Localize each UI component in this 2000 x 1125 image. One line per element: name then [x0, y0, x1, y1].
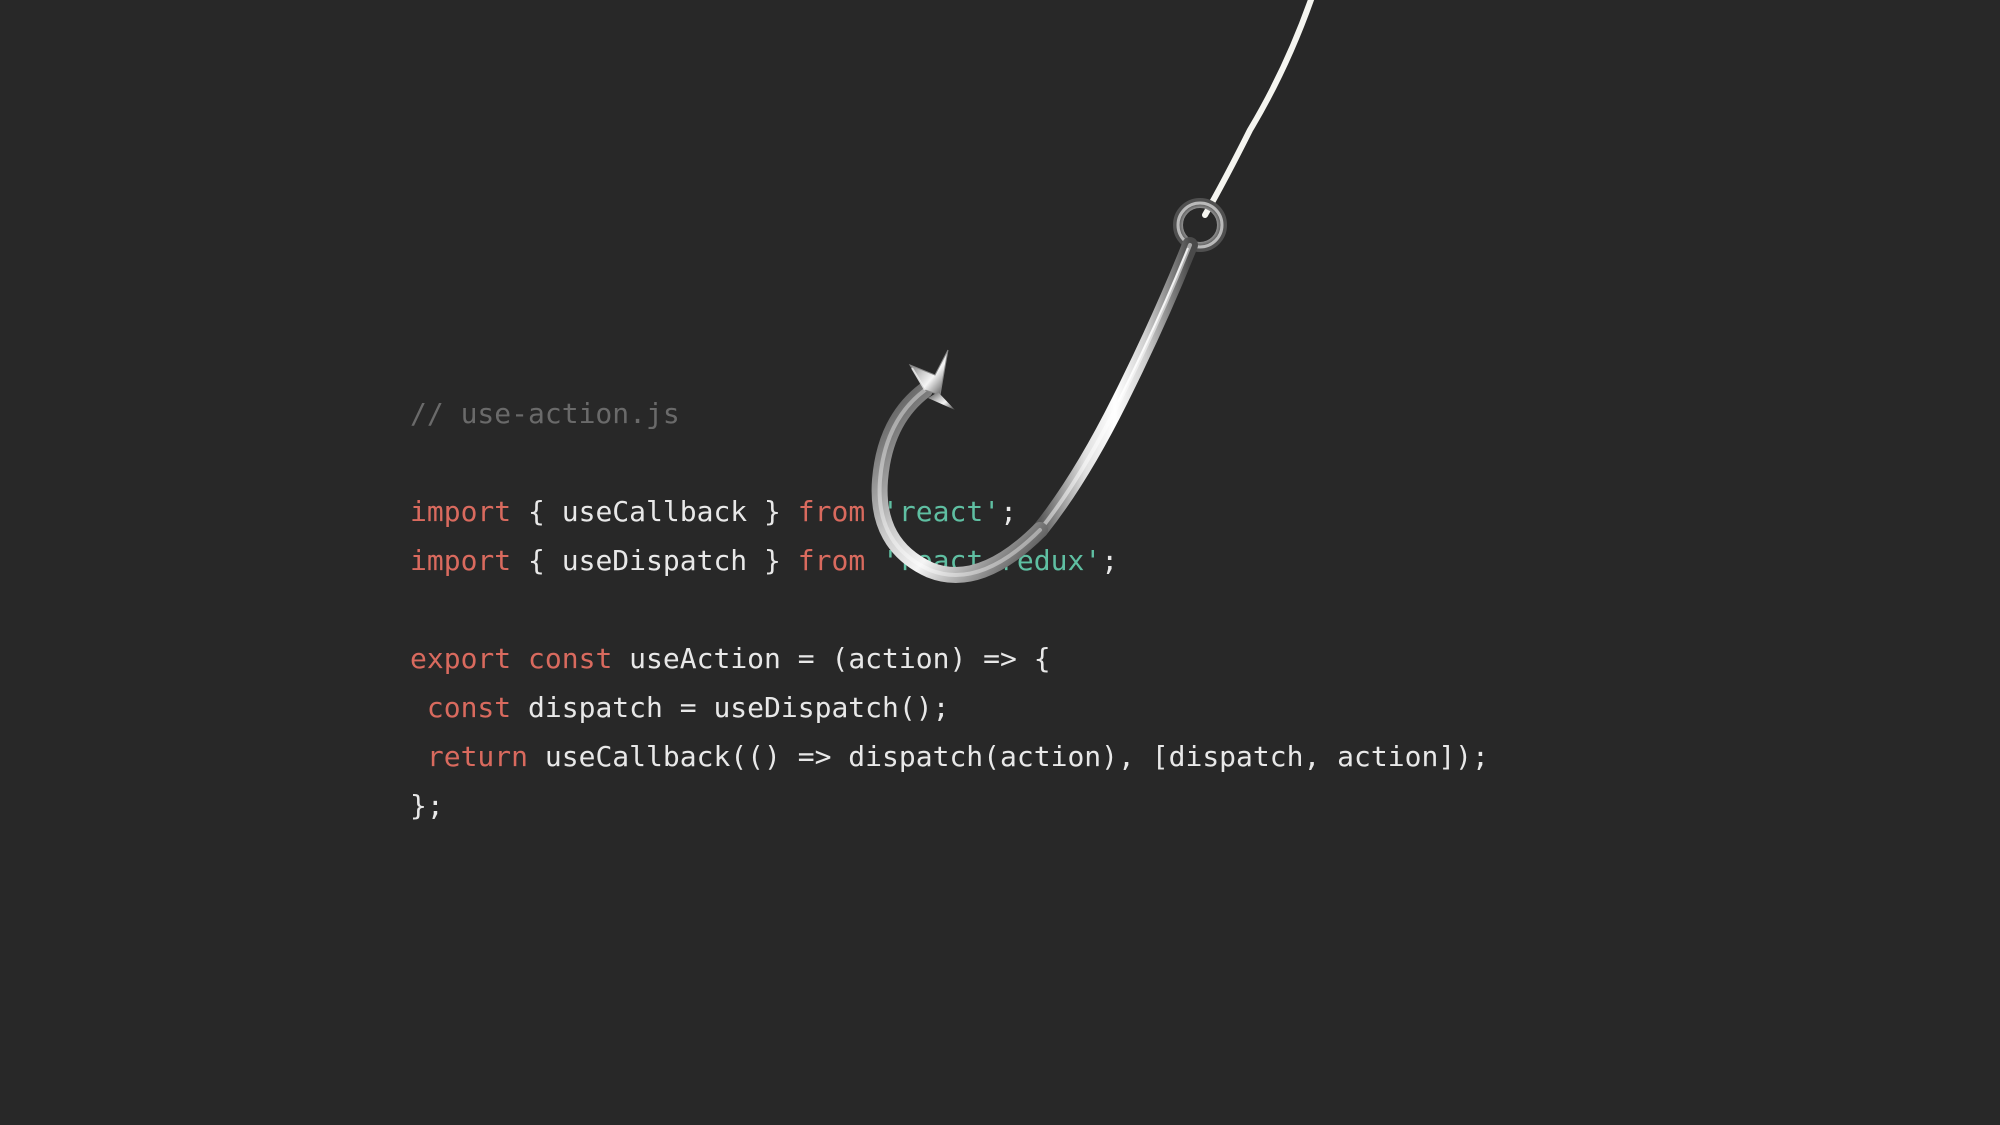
code-text	[865, 544, 882, 577]
code-string: 'react'	[882, 495, 1000, 528]
code-identifier: useCallback	[562, 495, 747, 528]
code-keyword-export: export	[410, 642, 511, 675]
code-keyword-from: from	[798, 495, 865, 528]
code-identifier: useDispatch	[562, 544, 747, 577]
code-text	[410, 691, 427, 724]
code-text: ;	[1101, 544, 1118, 577]
code-comment: // use-action.js	[410, 397, 680, 430]
code-text: useAction = (action) => {	[612, 642, 1050, 675]
code-text: {	[511, 495, 562, 528]
code-keyword-const: const	[528, 642, 612, 675]
code-keyword-import: import	[410, 544, 511, 577]
code-text	[410, 740, 427, 773]
code-text: {	[511, 544, 562, 577]
code-text: useCallback(() => dispatch(action), [dis…	[528, 740, 1489, 773]
code-text: }	[747, 495, 798, 528]
code-text: }	[747, 544, 798, 577]
code-keyword-from: from	[798, 544, 865, 577]
code-keyword-import: import	[410, 495, 511, 528]
code-block: // use-action.js import { useCallback } …	[410, 340, 1489, 830]
code-string: 'react-redux'	[882, 544, 1101, 577]
code-text: dispatch = useDispatch();	[511, 691, 949, 724]
code-text: ;	[1000, 495, 1017, 528]
code-text	[865, 495, 882, 528]
code-text	[511, 642, 528, 675]
code-keyword-return: return	[427, 740, 528, 773]
code-text: };	[410, 789, 444, 822]
code-keyword-const: const	[427, 691, 511, 724]
